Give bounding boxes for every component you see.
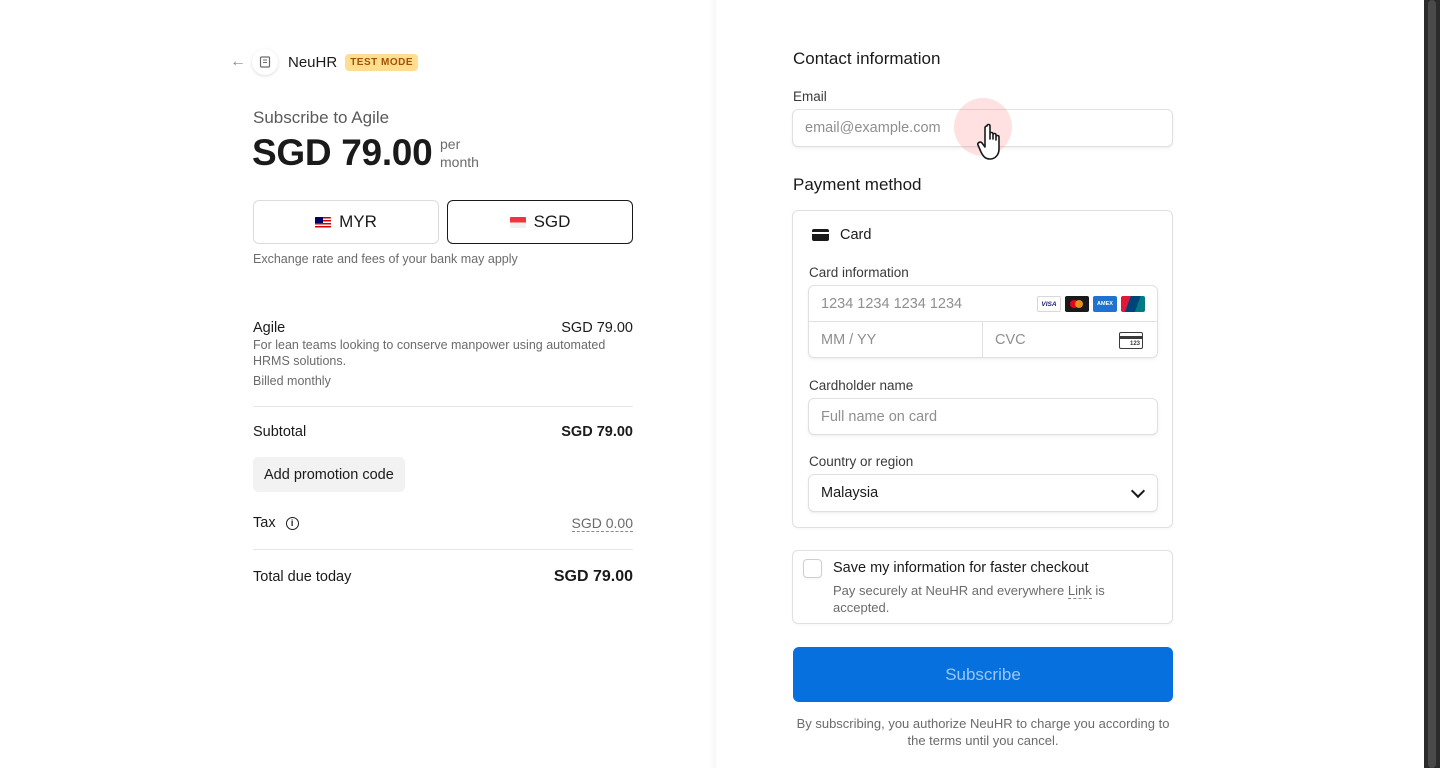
save-info-title: Save my information for faster checkout [833, 560, 1089, 576]
cardholder-name-label: Cardholder name [809, 378, 914, 393]
contact-information-heading: Contact information [793, 49, 941, 68]
add-promotion-code-button[interactable]: Add promotion code [253, 457, 405, 492]
subscribe-title: Subscribe to Agile [253, 108, 390, 127]
price-amount: SGD 79.00 [252, 132, 433, 173]
country-value: Malaysia [821, 485, 879, 501]
divider [253, 549, 633, 550]
expiry-input[interactable] [809, 322, 983, 357]
cardholder-name-input[interactable] [808, 398, 1158, 435]
card-payment-tab[interactable]: Card [812, 227, 871, 243]
total-label: Total due today [253, 569, 352, 585]
malaysia-flag-icon [315, 216, 332, 228]
subtotal-value: SGD 79.00 [561, 424, 633, 440]
card-input-group: VISA AMEX 123 [808, 285, 1158, 358]
tax-value[interactable]: SGD 0.00 [571, 515, 633, 532]
panel-divider [708, 0, 716, 768]
country-select[interactable]: Malaysia [808, 474, 1158, 512]
tax-row: Tax i [253, 515, 299, 531]
card-information-label: Card information [809, 265, 909, 280]
save-info-description: Pay securely at NeuHR and everywhere Lin… [833, 582, 1133, 616]
merchant-logo [252, 49, 278, 75]
currency-label: MYR [339, 212, 377, 231]
visa-icon: VISA [1037, 296, 1061, 312]
cvc-card-icon: 123 [1119, 332, 1143, 349]
currency-label: SGD [533, 212, 571, 231]
email-label: Email [793, 89, 827, 104]
scrollbar-thumb[interactable] [1428, 0, 1436, 768]
line-item-billing: Billed monthly [253, 374, 331, 388]
merchant-header: ← NeuHR TEST MODE [230, 49, 419, 75]
test-mode-badge: TEST MODE [345, 53, 419, 71]
subscribe-button[interactable]: Subscribe [793, 647, 1173, 702]
card-tab-label: Card [840, 227, 872, 243]
exchange-rate-note: Exchange rate and fees of your bank may … [253, 252, 518, 266]
payment-method-heading: Payment method [793, 175, 922, 194]
unionpay-icon [1121, 296, 1145, 312]
terms-text: By subscribing, you authorize NeuHR to c… [796, 716, 1170, 748]
amex-icon: AMEX [1093, 296, 1117, 312]
total-value: SGD 79.00 [553, 568, 633, 585]
info-icon[interactable]: i [285, 516, 299, 530]
line-item-description: For lean teams looking to conserve manpo… [253, 338, 606, 368]
chevron-down-icon [1130, 483, 1146, 499]
price-period: per month [440, 136, 479, 170]
singapore-flag-icon [509, 216, 526, 228]
country-label: Country or region [809, 454, 914, 469]
back-arrow-icon[interactable]: ← [230, 54, 246, 70]
hand-cursor-icon [977, 123, 1000, 160]
line-item-price: SGD 79.00 [561, 320, 633, 336]
merchant-name: NeuHR [288, 53, 338, 71]
line-item-name: Agile [253, 320, 286, 336]
scrollbar[interactable] [1424, 0, 1440, 768]
building-icon [259, 56, 271, 68]
credit-card-icon [812, 229, 829, 241]
tax-label: Tax [253, 515, 276, 531]
save-info-text: Pay securely at NeuHR and everywhere [833, 583, 1068, 598]
mastercard-icon [1065, 296, 1089, 312]
currency-option-sgd[interactable]: SGD [447, 200, 633, 244]
card-brands: VISA AMEX [1037, 296, 1145, 312]
divider [253, 406, 633, 407]
subtotal-label: Subtotal [253, 424, 307, 440]
link-info-link[interactable]: Link [1067, 583, 1092, 599]
save-info-checkbox[interactable] [803, 559, 822, 578]
currency-option-myr[interactable]: MYR [253, 200, 439, 244]
